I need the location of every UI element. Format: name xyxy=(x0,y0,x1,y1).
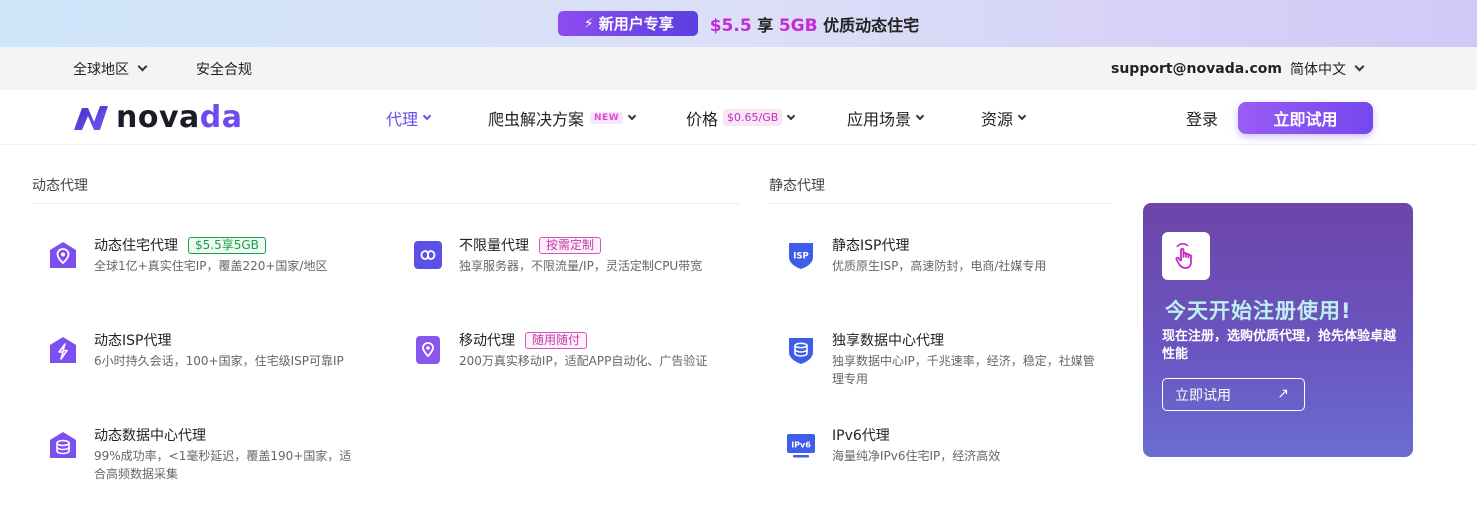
chevron-down-icon xyxy=(1354,61,1365,72)
arrow-up-right-icon: ↗ xyxy=(1277,385,1289,401)
chevron-down-icon xyxy=(137,61,148,72)
divider xyxy=(769,203,1111,204)
chevron-down-icon xyxy=(422,111,432,120)
card-title: 动态住宅代理 xyxy=(94,238,178,254)
card-title: 移动代理 xyxy=(459,333,515,349)
card-desc: 独享服务器，不限流量/IP，灵活定制CPU带宽 xyxy=(459,259,703,273)
main-nav: novada 代理 爬虫解决方案 NEW 价格 $0.65/GB 应用场景 资源… xyxy=(0,90,1477,145)
divider xyxy=(32,203,740,204)
card-dedicated-datacenter[interactable]: 独享数据中心代理 独享数据中心IP，千兆速率，经济，稳定，社媒管理专用 xyxy=(786,329,1106,388)
promo-tag: 按需定制 xyxy=(539,236,602,254)
try-now-button[interactable]: 立即试用 xyxy=(1238,102,1373,134)
new-badge: NEW xyxy=(590,111,624,124)
nav-scenarios-label: 应用场景 xyxy=(847,109,912,129)
promo-text: $5.5 享 5GB 优质动态住宅 xyxy=(710,12,919,36)
card-static-isp[interactable]: ISP 静态ISP代理 优质原生ISP，高速防封，电商/社媒专用 xyxy=(786,234,1106,275)
card-unlimited[interactable]: 不限量代理 按需定制 独享服务器，不限流量/IP，灵活定制CPU带宽 xyxy=(413,234,733,275)
nav-scraper[interactable]: 爬虫解决方案 NEW xyxy=(488,90,637,145)
price-badge: $0.65/GB xyxy=(723,109,783,126)
new-user-badge-label: 新用户专享 xyxy=(598,15,674,33)
card-mobile[interactable]: 移动代理 随用随付 200万真实移动IP，适配APP自动化、广告验证 xyxy=(413,329,733,370)
chevron-down-icon xyxy=(787,111,796,120)
database-shield-icon xyxy=(789,338,813,364)
database-icon xyxy=(50,432,76,458)
logo[interactable]: novada xyxy=(72,100,243,135)
card-dynamic-datacenter[interactable]: 动态数据中心代理 99%成功率，<1毫秒延迟，覆盖190+国家，适合高频数据采集 xyxy=(48,424,368,483)
infinity-icon xyxy=(414,241,442,269)
lightning-icon: ⚡ xyxy=(583,15,594,32)
nav-proxy-label: 代理 xyxy=(386,109,419,129)
card-title: IPv6代理 xyxy=(832,428,890,444)
signup-try-button[interactable]: 立即试用 ↗ xyxy=(1162,378,1305,411)
signup-title: 今天开始注册使用! xyxy=(1165,299,1352,323)
language-label: 简体中文 xyxy=(1290,61,1346,78)
lightning-icon xyxy=(50,337,76,363)
svg-text:IPv6: IPv6 xyxy=(791,441,811,450)
nav-pricing-label: 价格 xyxy=(686,109,719,129)
signup-desc: 现在注册，选购优质代理，抢先体验卓越性能 xyxy=(1162,329,1397,362)
card-title: 不限量代理 xyxy=(459,238,529,254)
card-title: 动态数据中心代理 xyxy=(94,428,206,444)
card-title: 动态ISP代理 xyxy=(94,333,172,349)
promo-price: $5.5 xyxy=(709,15,752,36)
card-desc: 99%成功率，<1毫秒延迟，覆盖190+国家，适合高频数据采集 xyxy=(94,449,352,481)
static-proxy-heading: 静态代理 xyxy=(769,178,825,194)
logo-text: novada xyxy=(116,100,243,135)
promo-tag: $5.5享5GB xyxy=(188,236,266,254)
chevron-down-icon xyxy=(1017,111,1027,120)
nav-pricing[interactable]: 价格 $0.65/GB xyxy=(686,90,796,145)
card-desc: 6小时持久会话，100+国家，住宅级ISP可靠IP xyxy=(94,354,344,368)
dynamic-proxy-heading: 动态代理 xyxy=(32,178,88,194)
signup-promo-card: 今天开始注册使用! 现在注册，选购优质代理，抢先体验卓越性能 立即试用 ↗ xyxy=(1143,203,1413,457)
card-ipv6[interactable]: IPv6 IPv6代理 海量纯净IPv6住宅IP，经济高效 xyxy=(786,424,1106,465)
isp-shield-icon: ISP xyxy=(789,243,813,269)
promo-amount: 5GB xyxy=(778,15,818,36)
location-pin-icon xyxy=(416,336,440,364)
card-desc: 独享数据中心IP，千兆速率，经济，稳定，社媒管理专用 xyxy=(832,354,1095,386)
language-selector[interactable]: 简体中文 xyxy=(1290,47,1365,90)
nav-scraper-label: 爬虫解决方案 xyxy=(488,109,585,129)
promo-banner[interactable]: ⚡ 新用户专享 $5.5 享 5GB 优质动态住宅 xyxy=(0,0,1477,47)
nav-scenarios[interactable]: 应用场景 xyxy=(847,90,925,145)
logo-text-prefix: nova xyxy=(116,99,200,135)
card-desc: 全球1亿+真实住宅IP，覆盖220+国家/地区 xyxy=(94,259,328,273)
promo-tag: 随用随付 xyxy=(525,331,588,349)
ipv6-icon: IPv6 xyxy=(787,434,815,458)
login-link[interactable]: 登录 xyxy=(1186,90,1218,145)
support-email[interactable]: support@novada.com xyxy=(1111,47,1282,90)
nav-resources-label: 资源 xyxy=(981,109,1014,129)
compliance-link[interactable]: 安全合规 xyxy=(196,47,252,90)
location-pin-icon xyxy=(50,242,76,268)
promo-rest: 优质动态住宅 xyxy=(817,15,920,35)
card-dynamic-residential[interactable]: 动态住宅代理 $5.5享5GB 全球1亿+真实住宅IP，覆盖220+国家/地区 xyxy=(48,234,378,275)
promo-mid: 享 xyxy=(751,15,779,35)
nav-proxy[interactable]: 代理 xyxy=(386,90,432,145)
chevron-down-icon xyxy=(627,111,637,120)
region-label: 全球地区 xyxy=(73,61,129,78)
novada-logo-icon xyxy=(74,106,108,130)
new-user-badge: ⚡ 新用户专享 xyxy=(557,11,698,36)
signup-try-label: 立即试用 xyxy=(1175,386,1231,403)
card-desc: 优质原生ISP，高速防封，电商/社媒专用 xyxy=(832,259,1047,273)
card-title: 独享数据中心代理 xyxy=(832,333,944,349)
tap-hand-icon xyxy=(1162,232,1210,280)
card-desc: 海量纯净IPv6住宅IP，经济高效 xyxy=(832,449,1001,463)
card-title: 静态ISP代理 xyxy=(832,238,910,254)
logo-text-accent: da xyxy=(199,99,243,135)
chevron-down-icon xyxy=(915,111,925,120)
svg-text:ISP: ISP xyxy=(793,252,809,262)
card-dynamic-isp[interactable]: 动态ISP代理 6小时持久会话，100+国家，住宅级ISP可靠IP xyxy=(48,329,378,370)
region-selector[interactable]: 全球地区 xyxy=(73,47,148,90)
nav-resources[interactable]: 资源 xyxy=(981,90,1027,145)
card-desc: 200万真实移动IP，适配APP自动化、广告验证 xyxy=(459,354,708,368)
utility-bar: 全球地区 安全合规 support@novada.com 简体中文 xyxy=(0,47,1477,90)
